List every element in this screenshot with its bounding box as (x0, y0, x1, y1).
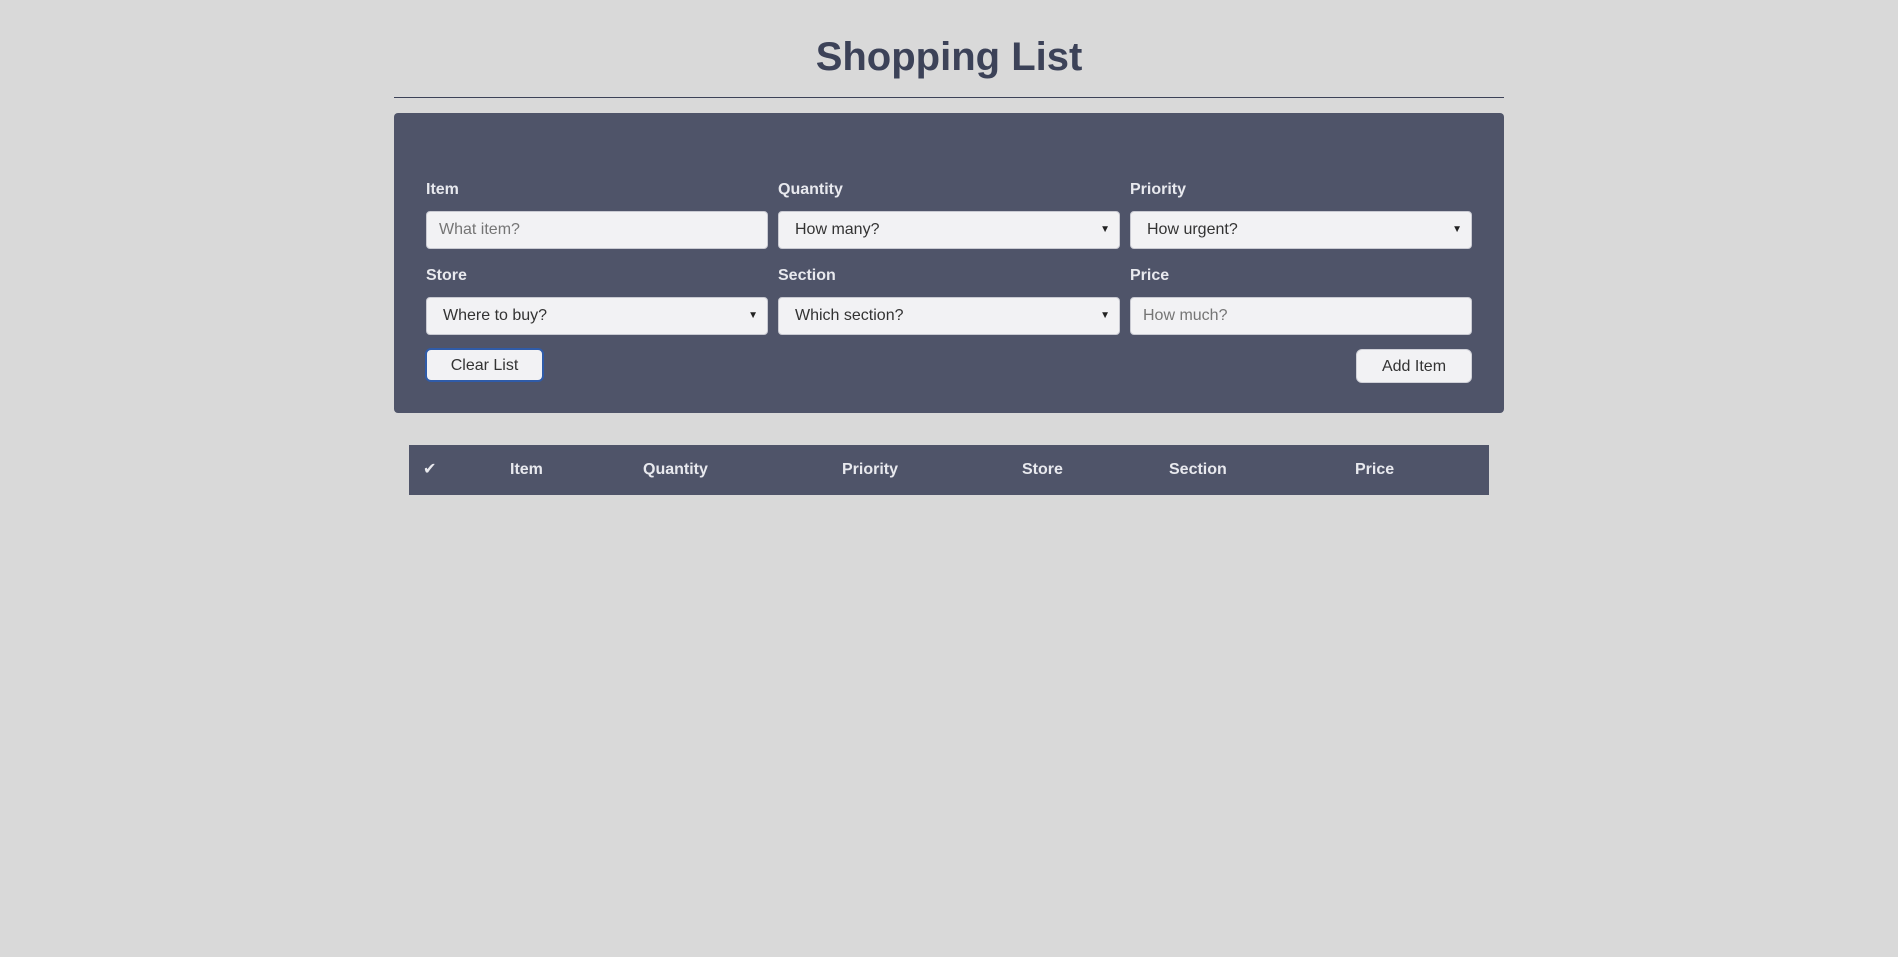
quantity-select[interactable]: How many? ▼ (778, 211, 1120, 249)
caret-down-icon: ▼ (748, 310, 758, 321)
section-select-value: Which section? (795, 307, 904, 324)
quantity-field: Quantity How many? ▼ (778, 180, 1120, 249)
item-input[interactable] (426, 211, 768, 249)
priority-field: Priority How urgent? ▼ (1130, 180, 1472, 249)
page-title: Shopping List (815, 35, 1083, 79)
price-field: Price (1130, 266, 1472, 335)
item-label: Item (426, 181, 459, 198)
store-select-value: Where to buy? (443, 307, 548, 324)
item-field: Item (426, 180, 768, 249)
caret-down-icon: ▼ (1100, 310, 1110, 321)
price-input[interactable] (1130, 297, 1472, 335)
priority-select-value: How urgent? (1147, 221, 1238, 238)
section-select[interactable]: Which section? ▼ (778, 297, 1120, 335)
page: Shopping List Item Quantity How many? ▼ … (0, 0, 1898, 957)
quantity-select-value: How many? (795, 221, 880, 238)
quantity-label: Quantity (778, 181, 843, 198)
clear-list-button[interactable]: Clear List (425, 348, 544, 382)
store-field: Store Where to buy? ▼ (426, 266, 768, 335)
column-header-quantity: Quantity (643, 461, 708, 478)
price-label: Price (1130, 267, 1170, 284)
add-item-form: Item Quantity How many? ▼ Priority How u… (394, 113, 1504, 413)
priority-label: Priority (1130, 181, 1187, 198)
page-header: Shopping List (394, 0, 1504, 98)
column-header-priority: Priority (842, 461, 899, 478)
table-header: ✔ Item Quantity Priority Store Section P… (409, 445, 1489, 495)
store-select[interactable]: Where to buy? ▼ (426, 297, 768, 335)
add-item-button[interactable]: Add Item (1356, 349, 1472, 383)
checkmark-icon: ✔ (423, 461, 437, 478)
priority-select[interactable]: How urgent? ▼ (1130, 211, 1472, 249)
column-header-price: Price (1355, 461, 1395, 478)
section-label: Section (778, 267, 836, 284)
caret-down-icon: ▼ (1452, 224, 1462, 235)
column-header-item: Item (510, 461, 543, 478)
column-header-section: Section (1169, 461, 1227, 478)
store-label: Store (426, 267, 467, 284)
column-header-store: Store (1022, 461, 1063, 478)
caret-down-icon: ▼ (1100, 224, 1110, 235)
section-field: Section Which section? ▼ (778, 266, 1120, 335)
